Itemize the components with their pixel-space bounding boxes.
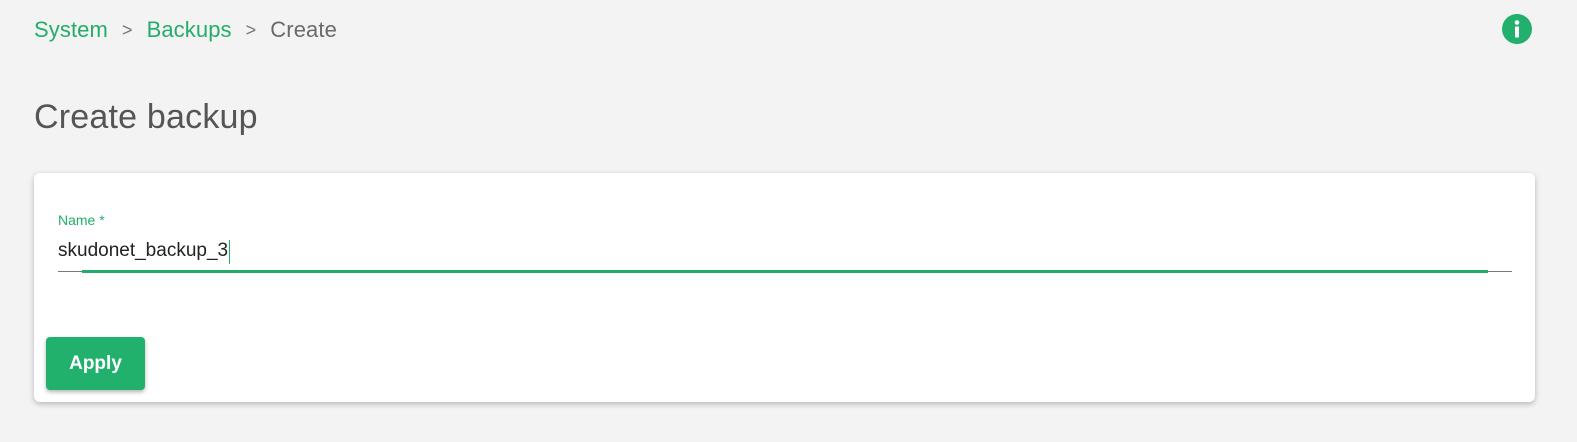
breadcrumb-separator: > — [245, 19, 257, 40]
info-button[interactable] — [1502, 14, 1532, 44]
info-icon — [1514, 20, 1520, 38]
text-caret — [229, 240, 231, 264]
breadcrumb-link-system[interactable]: System — [34, 17, 108, 43]
name-input[interactable] — [58, 235, 1512, 267]
page: System > Backups > Create Create backup … — [0, 0, 1577, 442]
apply-button[interactable]: Apply — [46, 337, 145, 390]
name-field-label: Name * — [58, 212, 105, 228]
breadcrumb-link-backups[interactable]: Backups — [147, 17, 232, 43]
form-card: Name * Apply — [34, 173, 1535, 402]
page-title: Create backup — [34, 98, 258, 136]
breadcrumb-separator: > — [121, 19, 133, 40]
breadcrumb-current: Create — [270, 17, 337, 42]
breadcrumb: System > Backups > Create — [34, 14, 337, 46]
name-input-focus-underline — [82, 270, 1488, 273]
